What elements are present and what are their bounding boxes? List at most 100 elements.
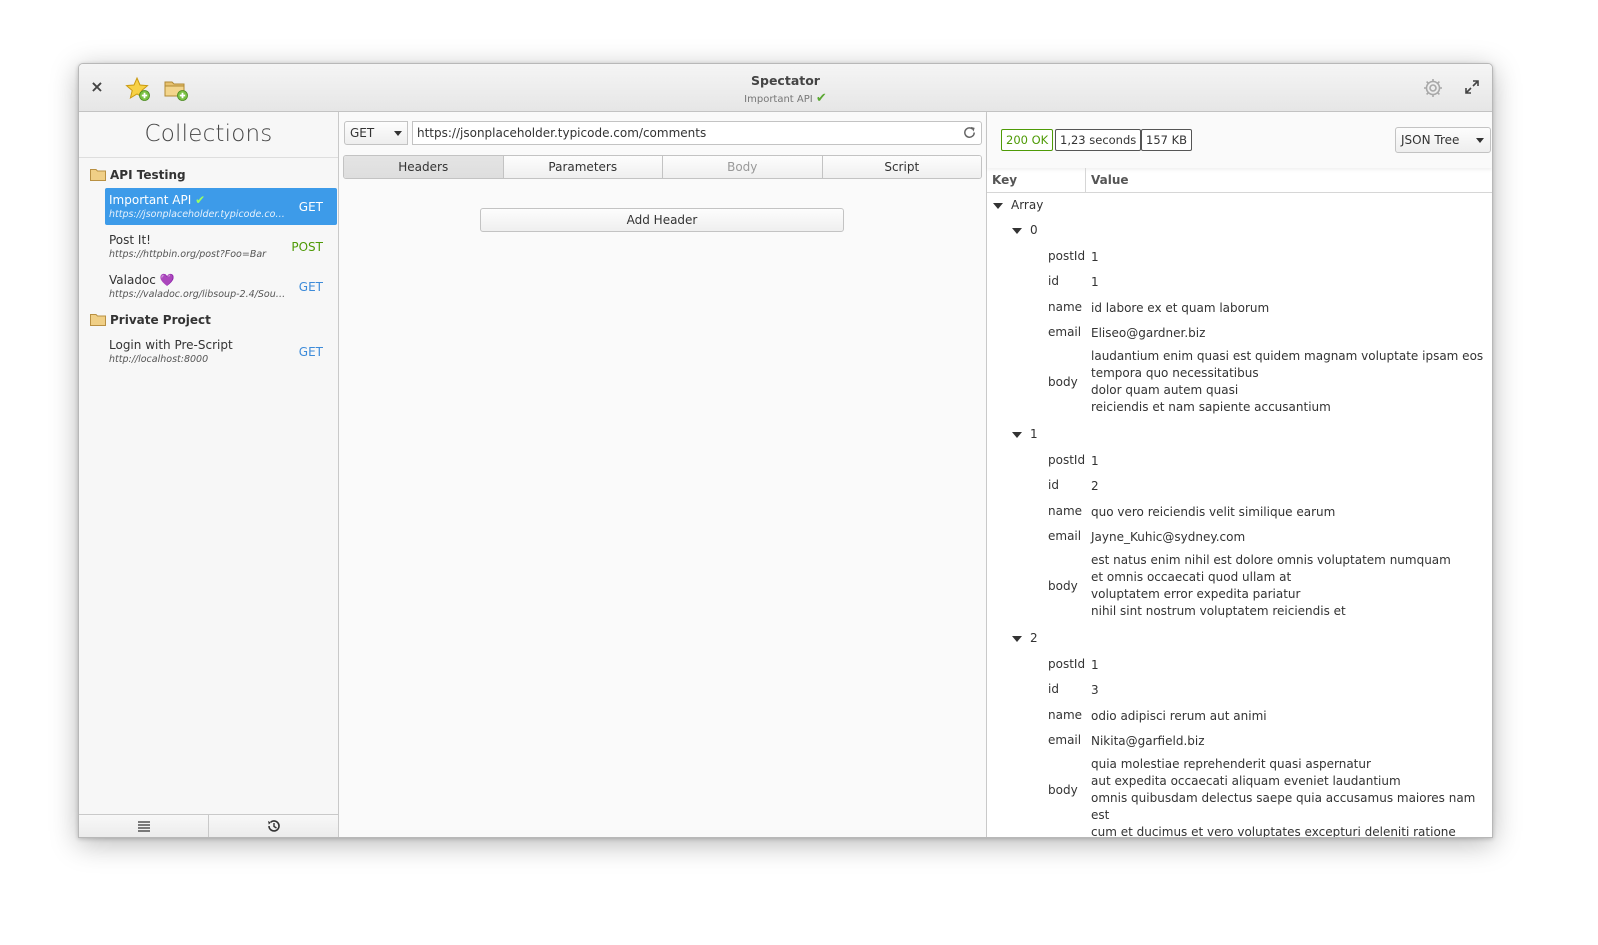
request-method: GET (298, 345, 323, 359)
expander-triangle-icon[interactable] (1012, 432, 1022, 439)
key-column-header[interactable]: Key (992, 173, 1017, 187)
tree-row[interactable]: name quo vero reiciendis velit similique … (987, 504, 1492, 524)
request-method: GET (298, 280, 323, 294)
window-title: Spectator (751, 73, 820, 88)
tree-row[interactable]: body quia molestiae reprehenderit quasi a… (987, 757, 1492, 837)
tree-row[interactable]: name id labore ex et quam laborum (987, 300, 1492, 320)
folder-name: Private Project (110, 313, 211, 327)
request-url: https://httpbin.org/post?Foo=Bar (109, 249, 267, 260)
tree-value: odio adipisci rerum aut animi (1091, 708, 1267, 723)
tree-row[interactable]: 1 (987, 427, 1492, 447)
heart-icon: 💜 (159, 273, 175, 287)
url-value: https://jsonplaceholder.typicode.com/com… (417, 126, 707, 140)
title-block: Spectator Important API ✔ (79, 73, 1492, 106)
tree-key: name (1048, 299, 1083, 314)
request-tabs: Headers Parameters Body Script (343, 155, 982, 179)
tree-value: 1 (1091, 453, 1099, 468)
collections-sidebar: Collections API Testing Important API ✔ … (79, 112, 339, 837)
sidebar-footer (79, 814, 338, 837)
folder-icon (90, 314, 106, 326)
request-name-text: Valadoc (109, 273, 156, 287)
request-url: https://valadoc.org/libsoup-2.4/Soup.... (109, 289, 289, 300)
tree-key: email (1048, 325, 1082, 339)
settings-gear-icon[interactable] (1422, 77, 1444, 99)
request-item-login-pre-script[interactable]: Login with Pre-Script http://localhost:8… (105, 333, 337, 370)
tree-row[interactable]: 2 (987, 631, 1492, 651)
tab-script[interactable]: Script (822, 156, 981, 178)
tree-row[interactable]: id 3 (987, 682, 1492, 702)
history-view-button[interactable] (209, 815, 338, 837)
tree-value: quo vero reiciendis velit similique earu… (1091, 504, 1336, 519)
list-icon (137, 821, 150, 832)
window-subtitle: Important API ✔ (79, 91, 1492, 106)
tree-value: 1 (1091, 249, 1099, 264)
request-name-text: Important API (109, 193, 192, 207)
tree-value: Eliseo@gardner.biz (1091, 326, 1206, 340)
tree-key: postId (1048, 452, 1086, 467)
tree-row[interactable]: email Eliseo@gardner.biz (987, 325, 1492, 345)
tree-row[interactable]: postId 1 (987, 249, 1492, 269)
tab-headers[interactable]: Headers (344, 156, 504, 178)
request-item-post-it[interactable]: Post It! https://httpbin.org/post?Foo=Ba… (105, 228, 337, 265)
reload-icon[interactable] (962, 125, 977, 140)
response-toolbar: 200 OK 1,23 seconds 157 KB JSON Tree (987, 112, 1492, 168)
tree-key: body (1048, 783, 1078, 798)
expander-triangle-icon[interactable] (1012, 636, 1022, 643)
folder-api-testing[interactable]: API Testing (79, 165, 338, 185)
folder-private-project[interactable]: Private Project (79, 310, 338, 330)
check-icon: ✔ (815, 91, 827, 106)
tree-key: id (1048, 274, 1059, 289)
tree-value: Nikita@garfield.biz (1091, 734, 1205, 748)
url-input[interactable]: https://jsonplaceholder.typicode.com/com… (412, 121, 982, 145)
app-window: × Spectator Important API ✔ Collections … (78, 63, 1493, 838)
tab-body[interactable]: Body (663, 156, 823, 178)
tree-item-index: 0 (1030, 223, 1038, 238)
tree-value: quia molestiae reprehenderit quasi asper… (1091, 757, 1476, 838)
request-item-important-api[interactable]: Important API ✔ https://jsonplaceholder.… (105, 188, 337, 225)
size-badge: 157 KB (1141, 129, 1193, 151)
tree-value: 3 (1091, 683, 1099, 698)
sidebar-title: Collections (79, 112, 338, 158)
tree-row[interactable]: name odio adipisci rerum aut animi (987, 708, 1492, 728)
view-mode-value: JSON Tree (1401, 133, 1460, 147)
header-bar: × Spectator Important API ✔ (79, 64, 1492, 112)
tree-row[interactable]: id 1 (987, 274, 1492, 294)
expander-triangle-icon[interactable] (993, 203, 1003, 209)
collections-view-button[interactable] (79, 815, 209, 837)
view-mode-select[interactable]: JSON Tree (1395, 127, 1491, 153)
tab-parameters[interactable]: Parameters (503, 156, 663, 178)
tree-row[interactable]: body laudantium enim quasi est quidem mag… (987, 349, 1492, 418)
tree-key: email (1048, 733, 1082, 747)
folder-name: API Testing (110, 168, 186, 182)
maximize-icon[interactable] (1464, 79, 1480, 95)
request-pane: GET https://jsonplaceholder.typicode.com… (339, 112, 987, 837)
request-url: http://localhost:8000 (109, 354, 209, 365)
tree-row[interactable]: email Nikita@garfield.biz (987, 733, 1492, 753)
tree-key: name (1048, 707, 1083, 722)
add-header-button[interactable]: Add Header (480, 208, 844, 232)
time-badge: 1,23 seconds (1055, 129, 1142, 151)
tree-row[interactable]: postId 1 (987, 453, 1492, 473)
value-column-header[interactable]: Value (1091, 173, 1129, 187)
tree-row[interactable]: body est natus enim nihil est dolore omni… (987, 553, 1492, 622)
http-method-select[interactable]: GET (344, 121, 408, 145)
response-pane: 200 OK 1,23 seconds 157 KB JSON Tree Key… (987, 112, 1492, 837)
tree-value: id labore ex et quam laborum (1091, 300, 1270, 315)
expander-triangle-icon[interactable] (1012, 228, 1022, 235)
window-subtitle-text: Important API (744, 94, 813, 105)
history-icon (267, 820, 280, 832)
tree-row[interactable]: 0 (987, 223, 1492, 243)
tree-root-label: Array (1011, 198, 1044, 212)
http-method-value: GET (350, 126, 375, 140)
tree-value: 1 (1091, 657, 1099, 672)
tree-key: id (1048, 478, 1059, 493)
tree-row[interactable]: email Jayne_Kuhic@sydney.com (987, 529, 1492, 549)
tree-row[interactable]: Array (987, 198, 1492, 218)
tree-row[interactable]: postId 1 (987, 657, 1492, 677)
check-icon: ✔ (195, 193, 206, 207)
tree-row[interactable]: id 2 (987, 478, 1492, 498)
tree-value: 1 (1091, 275, 1099, 290)
chevron-down-icon (1476, 138, 1484, 143)
request-item-valadoc[interactable]: Valadoc 💜 https://valadoc.org/libsoup-2.… (105, 268, 337, 305)
tree-value: 2 (1091, 479, 1099, 494)
